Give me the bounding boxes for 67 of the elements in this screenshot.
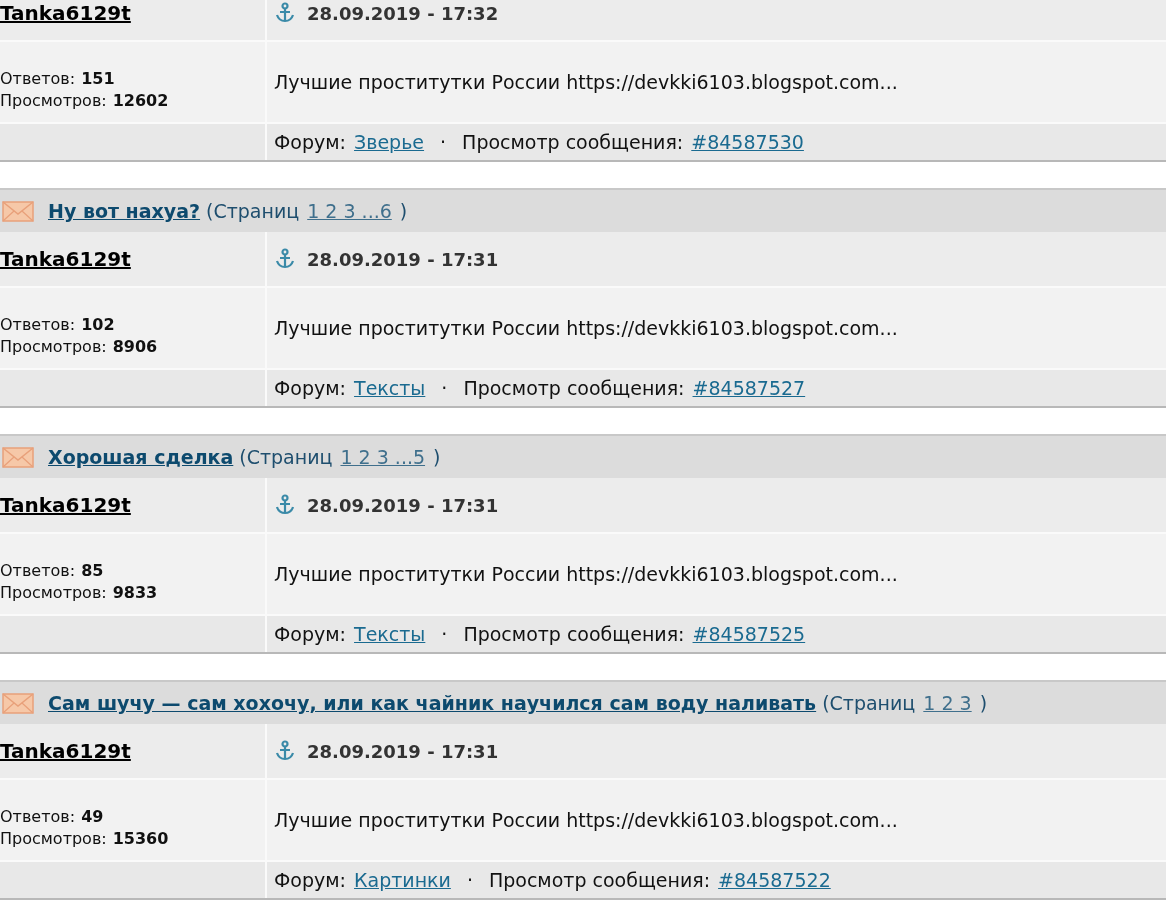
- forum-label: Форум:: [274, 623, 347, 645]
- envelope-icon: [2, 199, 34, 223]
- anchor-icon: [275, 494, 295, 516]
- replies-count: 49: [81, 807, 104, 826]
- pages-label: (Страниц: [239, 446, 333, 468]
- replies-count: 85: [81, 561, 104, 580]
- forum-label: Форум:: [274, 131, 347, 153]
- anchor-icon: [275, 248, 295, 270]
- message-text: Лучшие проститутки России https://devkki6103.blogspot.com...: [274, 71, 898, 93]
- pages-label: (Страниц: [822, 692, 916, 714]
- separator: ·: [466, 869, 473, 891]
- post-date: 28.09.2019 - 17:31: [307, 740, 499, 762]
- forum-link[interactable]: Зверье: [354, 131, 425, 153]
- replies-count: 151: [81, 69, 115, 88]
- post-date: 28.09.2019 - 17:31: [307, 248, 499, 270]
- separator: ·: [440, 131, 447, 153]
- forum-link[interactable]: Картинки: [354, 869, 451, 891]
- message-label: Просмотр сообщения:: [463, 623, 685, 645]
- pages-label: (Страниц: [206, 200, 300, 222]
- anchor-icon: [275, 2, 295, 24]
- forum-link[interactable]: Тексты: [354, 377, 426, 399]
- envelope-icon: [2, 445, 34, 469]
- views-count: 12602: [112, 91, 169, 110]
- pages-bracket: ): [433, 446, 441, 468]
- forum-link[interactable]: Тексты: [354, 623, 426, 645]
- message-label: Просмотр сообщения:: [462, 131, 684, 153]
- message-text: Лучшие проститутки России https://devkki6103.blogspot.com...: [274, 317, 898, 339]
- pages-bracket: ): [979, 692, 988, 714]
- author-link[interactable]: Tanka6129t: [0, 247, 131, 271]
- views-count: 9833: [112, 583, 158, 602]
- views-label: Просмотров:: [0, 829, 107, 848]
- message-link[interactable]: #84587530: [691, 131, 804, 153]
- message-link[interactable]: #84587522: [718, 869, 831, 891]
- replies-label: Ответов:: [0, 807, 76, 826]
- message-label: Просмотр сообщения:: [488, 869, 711, 891]
- forum-label: Форум:: [274, 869, 347, 891]
- topic-link[interactable]: Сам шучу — сам хохочу, или как чайник научился сам воду наливать: [48, 692, 817, 714]
- author-link[interactable]: Tanka6129t: [0, 1, 131, 25]
- topic-link[interactable]: Хорошая сделка: [48, 446, 234, 468]
- views-label: Просмотров:: [0, 583, 107, 602]
- views-count: 15360: [112, 829, 169, 848]
- message-text: Лучшие проститутки России https://devkki6103.blogspot.com...: [274, 809, 898, 831]
- pages-link[interactable]: 1 2 3 ...5: [340, 446, 432, 468]
- topic-link[interactable]: Ну вот нахуа?: [48, 200, 201, 222]
- replies-label: Ответов:: [0, 315, 76, 334]
- replies-label: Ответов:: [0, 561, 76, 580]
- separator: ·: [441, 377, 448, 399]
- author-link[interactable]: Tanka6129t: [0, 739, 131, 763]
- separator: ·: [441, 623, 448, 645]
- views-label: Просмотров:: [0, 91, 107, 110]
- post-date: 28.09.2019 - 17:32: [307, 2, 499, 24]
- author-link[interactable]: Tanka6129t: [0, 493, 131, 517]
- envelope-icon: [2, 691, 34, 715]
- views-count: 8906: [112, 337, 158, 356]
- message-text: Лучшие проститутки России https://devkki6103.blogspot.com...: [274, 563, 898, 585]
- message-link[interactable]: #84587525: [692, 623, 806, 645]
- message-label: Просмотр сообщения:: [463, 377, 685, 399]
- pages-link[interactable]: 1 2 3 ...6: [307, 200, 398, 222]
- message-link[interactable]: #84587527: [692, 377, 806, 399]
- pages-bracket: ): [399, 200, 408, 222]
- pages-link[interactable]: 1 2 3: [923, 692, 978, 714]
- views-label: Просмотров:: [0, 337, 107, 356]
- anchor-icon: [275, 740, 295, 762]
- forum-label: Форум:: [274, 377, 347, 399]
- replies-label: Ответов:: [0, 69, 76, 88]
- replies-count: 102: [81, 315, 115, 334]
- post-date: 28.09.2019 - 17:31: [307, 494, 499, 516]
